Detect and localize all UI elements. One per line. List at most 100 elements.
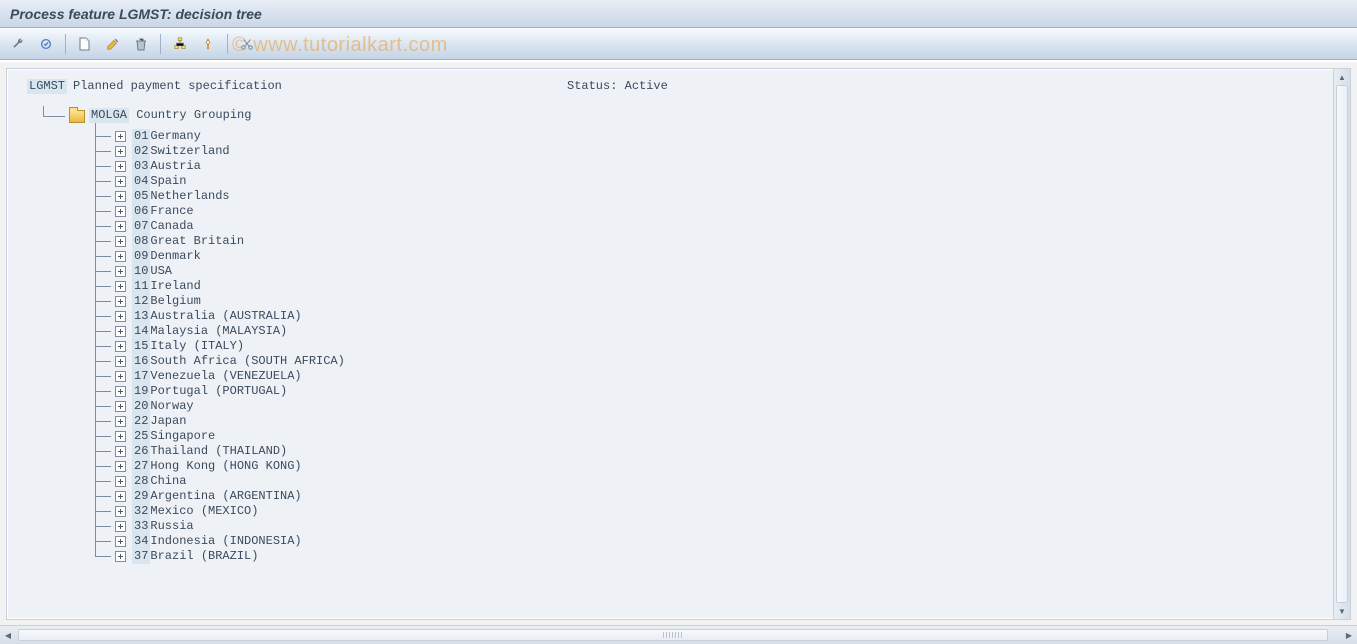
item-code: 22: [132, 414, 150, 429]
expand-icon[interactable]: [115, 236, 126, 247]
item-name: Hong Kong (HONG KONG): [150, 459, 301, 474]
expand-icon[interactable]: [115, 221, 126, 232]
tree-item[interactable]: 15 Italy (ITALY): [89, 339, 1330, 354]
tree-item[interactable]: 05 Netherlands: [89, 189, 1330, 204]
expand-icon[interactable]: [115, 356, 126, 367]
tree-item[interactable]: 16 South Africa (SOUTH AFRICA): [89, 354, 1330, 369]
tree-item[interactable]: 09 Denmark: [89, 249, 1330, 264]
scroll-up-icon[interactable]: ▲: [1334, 69, 1350, 85]
expand-icon[interactable]: [115, 386, 126, 397]
title-bar: Process feature LGMST: decision tree: [0, 0, 1357, 28]
structure-icon[interactable]: [168, 32, 192, 56]
tree-item[interactable]: 29 Argentina (ARGENTINA): [89, 489, 1330, 504]
expand-icon[interactable]: [115, 491, 126, 502]
feature-desc: Planned payment specification: [73, 79, 282, 94]
tree-item[interactable]: 02 Switzerland: [89, 144, 1330, 159]
expand-icon[interactable]: [115, 146, 126, 157]
horizontal-scrollbar[interactable]: ◀ ▶: [0, 625, 1357, 644]
tree-item[interactable]: 17 Venezuela (VENEZUELA): [89, 369, 1330, 384]
tree-item[interactable]: 25 Singapore: [89, 429, 1330, 444]
expand-icon[interactable]: [115, 176, 126, 187]
expand-icon[interactable]: [115, 266, 126, 277]
tree-item[interactable]: 26 Thailand (THAILAND): [89, 444, 1330, 459]
item-name: Canada: [150, 219, 193, 234]
group-node[interactable]: MOLGA Country Grouping: [37, 108, 1330, 123]
vertical-scroll-thumb[interactable]: [1336, 85, 1348, 603]
tree-item[interactable]: 08 Great Britain: [89, 234, 1330, 249]
tree-item[interactable]: 34 Indonesia (INDONESIA): [89, 534, 1330, 549]
expand-icon[interactable]: [115, 326, 126, 337]
cut-icon[interactable]: [235, 32, 259, 56]
expand-icon[interactable]: [115, 281, 126, 292]
expand-icon[interactable]: [115, 416, 126, 427]
item-name: Indonesia (INDONESIA): [150, 534, 301, 549]
expand-icon[interactable]: [115, 401, 126, 412]
item-code: 29: [132, 489, 150, 504]
item-code: 20: [132, 399, 150, 414]
expand-icon[interactable]: [115, 191, 126, 202]
tree-item[interactable]: 37 Brazil (BRAZIL): [89, 549, 1330, 564]
tree-item[interactable]: 14 Malaysia (MALAYSIA): [89, 324, 1330, 339]
expand-icon[interactable]: [115, 131, 126, 142]
wrench-icon[interactable]: [6, 32, 30, 56]
item-code: 05: [132, 189, 150, 204]
tree-item[interactable]: 10 USA: [89, 264, 1330, 279]
tree-item[interactable]: 04 Spain: [89, 174, 1330, 189]
tree-item[interactable]: 22 Japan: [89, 414, 1330, 429]
expand-icon[interactable]: [115, 446, 126, 457]
tree-item[interactable]: 07 Canada: [89, 219, 1330, 234]
expand-icon[interactable]: [115, 461, 126, 472]
new-icon[interactable]: [73, 32, 97, 56]
item-code: 06: [132, 204, 150, 219]
items-list: 01 Germany02 Switzerland03 Austria04 Spa…: [89, 129, 1330, 564]
check-structure-icon[interactable]: [34, 32, 58, 56]
expand-icon[interactable]: [115, 536, 126, 547]
horizontal-scroll-thumb[interactable]: [18, 629, 1328, 641]
edit-icon[interactable]: [101, 32, 125, 56]
item-name: South Africa (SOUTH AFRICA): [150, 354, 344, 369]
expand-icon[interactable]: [115, 296, 126, 307]
expand-icon[interactable]: [115, 521, 126, 532]
expand-icon[interactable]: [115, 206, 126, 217]
item-name: Mexico (MEXICO): [150, 504, 258, 519]
expand-icon[interactable]: [115, 251, 126, 262]
tree-item[interactable]: 06 France: [89, 204, 1330, 219]
tree-item[interactable]: 01 Germany: [89, 129, 1330, 144]
tree-item[interactable]: 27 Hong Kong (HONG KONG): [89, 459, 1330, 474]
tree-item[interactable]: 20 Norway: [89, 399, 1330, 414]
tree-item[interactable]: 28 China: [89, 474, 1330, 489]
delete-icon[interactable]: [129, 32, 153, 56]
tree-root[interactable]: LGMST Planned payment specification: [27, 79, 1330, 94]
tree-item[interactable]: 03 Austria: [89, 159, 1330, 174]
expand-icon[interactable]: [115, 311, 126, 322]
scroll-down-icon[interactable]: ▼: [1334, 603, 1350, 619]
expand-icon[interactable]: [115, 431, 126, 442]
tree-item[interactable]: 12 Belgium: [89, 294, 1330, 309]
tree-item[interactable]: 32 Mexico (MEXICO): [89, 504, 1330, 519]
vertical-scrollbar[interactable]: ▲ ▼: [1333, 69, 1350, 619]
item-code: 10: [132, 264, 150, 279]
scroll-right-icon[interactable]: ▶: [1341, 626, 1357, 644]
expand-icon[interactable]: [115, 551, 126, 562]
tree-item[interactable]: 13 Australia (AUSTRALIA): [89, 309, 1330, 324]
item-name: Argentina (ARGENTINA): [150, 489, 301, 504]
expand-icon[interactable]: [115, 476, 126, 487]
expand-icon[interactable]: [115, 371, 126, 382]
item-name: Brazil (BRAZIL): [150, 549, 258, 564]
feature-code: LGMST: [27, 79, 67, 94]
item-name: France: [150, 204, 193, 219]
tree-item[interactable]: 33 Russia: [89, 519, 1330, 534]
expand-icon[interactable]: [115, 506, 126, 517]
item-name: Thailand (THAILAND): [150, 444, 287, 459]
item-code: 26: [132, 444, 150, 459]
tree-item[interactable]: 11 Ireland: [89, 279, 1330, 294]
status-line: Status: Active: [567, 79, 668, 94]
expand-icon[interactable]: [115, 341, 126, 352]
tree-item[interactable]: 19 Portugal (PORTUGAL): [89, 384, 1330, 399]
expand-icon[interactable]: [115, 161, 126, 172]
item-name: Portugal (PORTUGAL): [150, 384, 287, 399]
scroll-left-icon[interactable]: ◀: [0, 626, 16, 644]
slider-icon[interactable]: [196, 32, 220, 56]
item-code: 04: [132, 174, 150, 189]
item-name: Russia: [150, 519, 193, 534]
